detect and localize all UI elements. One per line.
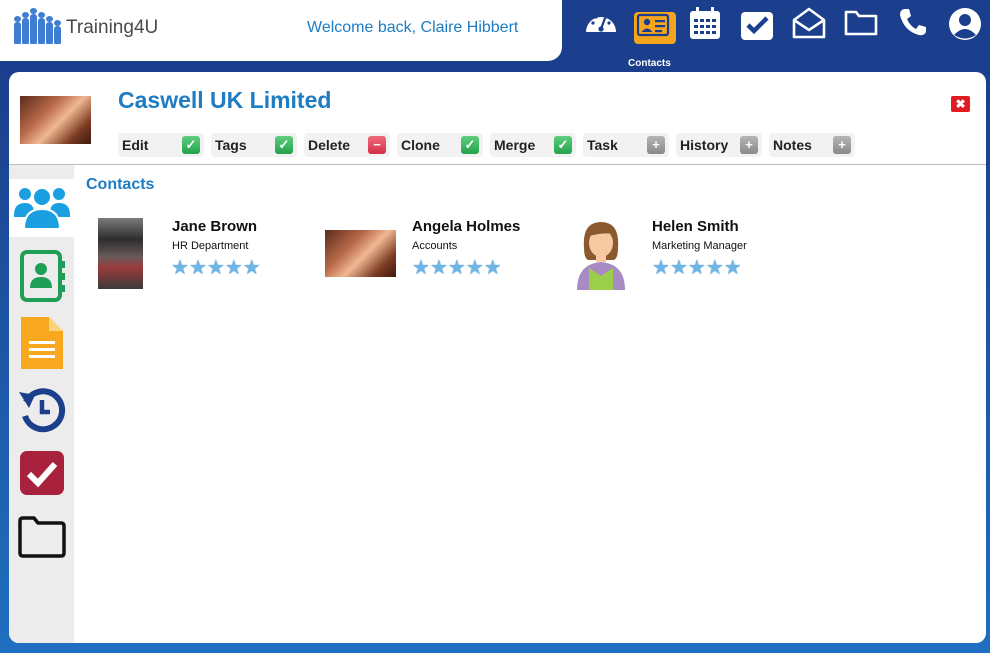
sidebar-item-documents[interactable] [9, 315, 74, 371]
company-panel: Caswell UK Limited ✖ Edit ✓ Tags ✓ Delet… [9, 72, 986, 643]
nav-contacts[interactable] [627, 0, 679, 56]
plus-icon[interactable]: + [647, 136, 665, 154]
checkbox-icon [741, 12, 773, 40]
action-toolbar: Edit ✓ Tags ✓ Delete − Clone ✓ Merge ✓ T… [118, 133, 862, 157]
delete-action[interactable]: Delete − [304, 133, 390, 157]
tags-action-label: Tags [215, 137, 247, 153]
star-icon[interactable]: ★ [225, 258, 243, 278]
welcome-message: Welcome back, Claire Hibbert [307, 19, 519, 36]
history-action[interactable]: History + [676, 133, 762, 157]
nav-phone[interactable] [887, 0, 939, 56]
contact-photo [98, 218, 143, 289]
speedometer-icon [586, 12, 616, 32]
contact-role: Marketing Manager [652, 240, 747, 252]
contacts-section-title: Contacts [86, 176, 155, 193]
brand-bar: Training4U Welcome back, Claire Hibbert [0, 0, 562, 61]
star-icon[interactable]: ★ [189, 258, 207, 278]
star-rating[interactable]: ★ ★ ★ ★ ★ [412, 258, 502, 278]
delete-action-label: Delete [308, 137, 351, 153]
document-icon [20, 317, 63, 369]
minus-icon[interactable]: − [368, 136, 386, 154]
notes-action-label: Notes [773, 137, 812, 153]
check-icon[interactable]: ✓ [461, 136, 479, 154]
star-icon[interactable]: ★ [412, 258, 430, 278]
contact-role: HR Department [172, 240, 249, 252]
nav-account[interactable] [939, 0, 990, 56]
checkbox-icon [19, 451, 64, 495]
logo-people-icon [14, 8, 62, 44]
star-icon[interactable]: ★ [724, 258, 742, 278]
plus-icon[interactable]: + [740, 136, 758, 154]
edit-action-label: Edit [122, 137, 149, 153]
star-icon[interactable]: ★ [652, 258, 670, 278]
sidebar-item-contacts[interactable] [9, 179, 74, 237]
history-icon [18, 388, 65, 433]
notes-action[interactable]: Notes + [769, 133, 855, 157]
nav-active-label: Contacts [628, 58, 671, 69]
close-button[interactable]: ✖ [951, 96, 970, 112]
check-icon[interactable]: ✓ [275, 136, 293, 154]
folder-icon [844, 10, 878, 36]
company-name: Caswell UK Limited [118, 87, 332, 113]
logo[interactable]: Training4U [14, 8, 158, 44]
nav-dashboard[interactable] [575, 0, 627, 56]
task-action-label: Task [587, 137, 618, 153]
check-icon[interactable]: ✓ [182, 136, 200, 154]
contact-card-icon [636, 13, 670, 37]
plus-icon[interactable]: + [833, 136, 851, 154]
edit-action[interactable]: Edit ✓ [118, 133, 204, 157]
star-icon[interactable]: ★ [430, 258, 448, 278]
company-photo [20, 96, 91, 144]
sidebar-item-history[interactable] [9, 385, 74, 435]
star-icon[interactable]: ★ [448, 258, 466, 278]
clone-action-label: Clone [401, 137, 440, 153]
star-icon[interactable]: ★ [688, 258, 706, 278]
merge-action-label: Merge [494, 137, 536, 153]
star-icon[interactable]: ★ [706, 258, 724, 278]
star-icon[interactable]: ★ [171, 258, 189, 278]
phone-icon [900, 9, 926, 36]
sidebar-item-files[interactable] [9, 515, 74, 561]
sidebar [9, 165, 74, 643]
sidebar-item-tasks[interactable] [9, 449, 74, 499]
calendar-icon [690, 7, 720, 39]
check-icon[interactable]: ✓ [554, 136, 572, 154]
contact-role: Accounts [412, 240, 458, 252]
female-avatar-icon [577, 222, 625, 290]
folder-icon [17, 516, 66, 558]
star-icon[interactable]: ★ [207, 258, 225, 278]
contact-name[interactable]: Jane Brown [172, 218, 257, 235]
contact-photo [325, 230, 396, 277]
merge-action[interactable]: Merge ✓ [490, 133, 576, 157]
contact-name[interactable]: Helen Smith [652, 218, 739, 235]
star-icon[interactable]: ★ [243, 258, 261, 278]
history-action-label: History [680, 137, 729, 153]
star-icon[interactable]: ★ [466, 258, 484, 278]
contact-name[interactable]: Angela Holmes [412, 218, 520, 235]
star-rating[interactable]: ★ ★ ★ ★ ★ [171, 258, 261, 278]
nav-tasks[interactable] [731, 0, 783, 56]
envelope-icon [792, 7, 826, 39]
task-action[interactable]: Task + [583, 133, 669, 157]
nav-email[interactable] [783, 0, 835, 56]
star-icon[interactable]: ★ [484, 258, 502, 278]
address-book-icon [19, 250, 65, 302]
star-icon[interactable]: ★ [670, 258, 688, 278]
nav-files[interactable] [835, 0, 887, 56]
header-divider [9, 164, 986, 165]
tags-action[interactable]: Tags ✓ [211, 133, 297, 157]
clone-action[interactable]: Clone ✓ [397, 133, 483, 157]
nav-calendar[interactable] [679, 0, 731, 56]
logo-text: Training4U [66, 17, 159, 38]
sidebar-item-address-book[interactable] [9, 249, 74, 305]
people-icon [13, 187, 70, 230]
star-rating[interactable]: ★ ★ ★ ★ ★ [652, 258, 742, 278]
user-icon [949, 8, 981, 40]
